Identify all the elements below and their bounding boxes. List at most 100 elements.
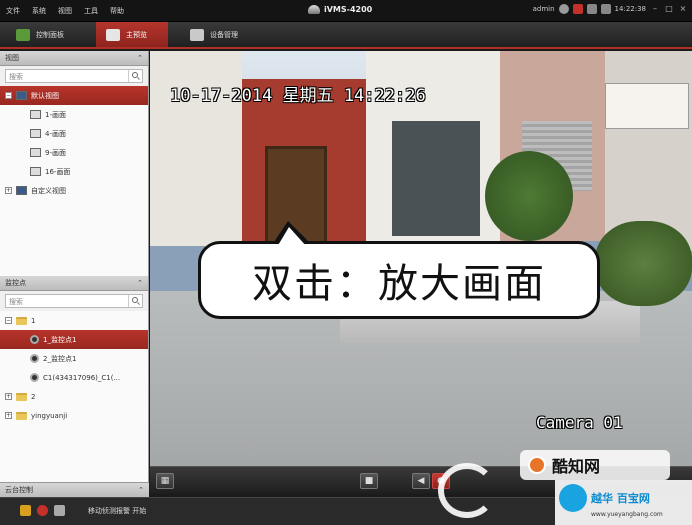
watermark-kuzhi: 酷知网: [520, 450, 670, 480]
views-search-input[interactable]: 搜索: [5, 69, 143, 83]
folder-icon: [16, 392, 27, 401]
search-icon[interactable]: [128, 295, 142, 307]
collapse-toggle-icon[interactable]: −: [5, 92, 12, 99]
stop-all-button[interactable]: ■: [360, 473, 378, 489]
view-item-4[interactable]: 4-画面: [0, 124, 148, 143]
custom-view-icon: [16, 186, 27, 195]
camera-item[interactable]: 2_监控点1: [0, 349, 148, 368]
video-window[interactable]: 10-17-2014 星期五 14:22:26 Camera 01 双击：放大画…: [150, 51, 692, 466]
layout-9-icon: [30, 148, 41, 157]
alarm-icon[interactable]: [572, 4, 583, 14]
monitor-points-header[interactable]: 监控点 ⌃: [0, 276, 148, 291]
menu-help[interactable]: 帮助: [110, 6, 124, 16]
view-item-16[interactable]: 16-画面: [0, 162, 148, 181]
control-panel-icon: [16, 28, 30, 41]
search-placeholder: 搜索: [9, 73, 23, 81]
ptz-control-header[interactable]: 云台控制 ⌃: [0, 482, 149, 497]
callout-tail-inner: [277, 227, 307, 247]
tree-label: 1-画面: [45, 110, 66, 119]
view-folder-icon: [16, 91, 27, 100]
views-title: 视图: [5, 54, 19, 62]
tab-label: 控制面板: [36, 30, 64, 39]
camera-icon: [30, 335, 39, 344]
globe-icon[interactable]: [558, 4, 569, 14]
titlebar-right: admin 14:22:38 – □ ×: [533, 4, 688, 14]
camera-item[interactable]: C1(434317096)_C1(...: [0, 368, 148, 387]
search-placeholder: 搜索: [9, 298, 23, 306]
previous-page-button[interactable]: ◀: [412, 473, 430, 489]
tree-node-default-view[interactable]: − 默认视图: [0, 86, 148, 105]
callout-bubble: 双击：放大画面: [198, 241, 600, 319]
tree-label: 16-画面: [45, 167, 71, 176]
collapse-toggle-icon[interactable]: −: [5, 317, 12, 324]
menu-system[interactable]: 系统: [32, 6, 46, 16]
tab-main-preview[interactable]: 主预览: [96, 22, 168, 47]
clock: 14:22:38: [614, 5, 646, 13]
menu-view[interactable]: 视图: [58, 6, 72, 16]
left-panel: 视图 ⌃ 搜索 − 默认视图 1-画面 4-画面 9-画面 16-画面 + 自定…: [0, 51, 149, 525]
tab-label: 设备管理: [210, 30, 238, 39]
tab-bar: 控制面板 主预览 设备管理: [0, 22, 692, 49]
expand-icon[interactable]: ⌃: [138, 486, 144, 494]
tree-label: 自定义视图: [31, 186, 66, 195]
tree-label: 1_监控点1: [43, 335, 77, 344]
tab-device-management[interactable]: 设备管理: [180, 22, 260, 47]
watermark-swirl-logo: [438, 463, 496, 518]
tree-label: yingyuanji: [31, 411, 68, 420]
folder-icon: [16, 411, 27, 420]
osd-camera-name: Camera 01: [536, 413, 623, 432]
tree-label: C1(434317096)_C1(...: [43, 373, 121, 382]
expand-toggle-icon[interactable]: +: [5, 393, 12, 400]
tree-node-group-2[interactable]: + 2: [0, 387, 148, 406]
monitor-search-input[interactable]: 搜索: [5, 294, 143, 308]
expand-toggle-icon[interactable]: +: [5, 412, 12, 419]
yueyang-logo-icon: [559, 484, 587, 512]
maximize-button[interactable]: □: [664, 4, 674, 14]
camera-icon: [30, 373, 39, 382]
tree-node-group-yingyuanji[interactable]: + yingyuanji: [0, 406, 148, 425]
view-item-9[interactable]: 9-画面: [0, 143, 148, 162]
expand-toggle-icon[interactable]: +: [5, 187, 12, 194]
watermark-text: 酷知网: [552, 457, 601, 476]
video-bush: [595, 221, 692, 306]
speaker-icon[interactable]: [54, 505, 65, 516]
menu-bar: 文件 系统 视图 工具 帮助: [6, 6, 124, 16]
kuzhi-logo-icon: [528, 456, 546, 474]
warning-icon[interactable]: [20, 505, 31, 516]
minimize-button[interactable]: –: [650, 4, 660, 14]
lock-icon[interactable]: [586, 4, 597, 14]
layout-icon[interactable]: ▦: [156, 473, 174, 489]
tree-label: 默认视图: [31, 91, 59, 100]
alarm-icon[interactable]: [37, 505, 48, 516]
video-tree: [485, 151, 573, 241]
tree-label: 4-画面: [45, 129, 66, 138]
monitor-points-title: 监控点: [5, 279, 26, 287]
tree-node-group-1[interactable]: − 1: [0, 311, 148, 330]
views-header[interactable]: 视图 ⌃: [0, 51, 148, 66]
tree-label: 1: [31, 316, 36, 325]
tree-label: 2_监控点1: [43, 354, 77, 363]
app-title: iVMS-4200: [308, 5, 372, 14]
watermark-url: www.yueyangbang.com: [591, 511, 663, 518]
camera-item[interactable]: 1_监控点1: [0, 330, 148, 349]
layout-16-icon: [30, 167, 41, 176]
ptz-title: 云台控制: [5, 486, 33, 494]
collapse-icon[interactable]: ⌃: [137, 54, 143, 62]
layout-4-icon: [30, 129, 41, 138]
video-shop-sign: [605, 83, 689, 129]
tree-node-custom-view[interactable]: + 自定义视图: [0, 181, 148, 200]
tree-label: 9-画面: [45, 148, 66, 157]
tree-label: 2: [31, 392, 36, 401]
menu-file[interactable]: 文件: [6, 6, 20, 16]
search-icon[interactable]: [128, 70, 142, 82]
view-item-1[interactable]: 1-画面: [0, 105, 148, 124]
close-button[interactable]: ×: [678, 4, 688, 14]
info-icon[interactable]: [600, 4, 611, 14]
current-user: admin: [532, 5, 555, 13]
preview-icon: [106, 28, 120, 41]
video-shopfront: [392, 121, 480, 236]
menu-tools[interactable]: 工具: [84, 6, 98, 16]
status-icons: [20, 505, 65, 516]
collapse-icon[interactable]: ⌃: [137, 279, 143, 287]
tab-control-panel[interactable]: 控制面板: [6, 22, 86, 47]
